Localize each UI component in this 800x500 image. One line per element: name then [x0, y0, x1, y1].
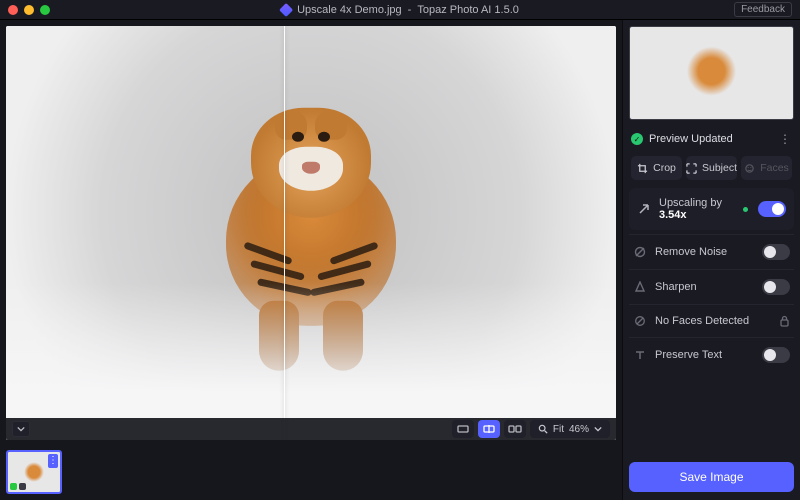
faces-icon	[744, 163, 755, 174]
upscale-icon	[637, 202, 651, 216]
sharpen-toggle[interactable]	[762, 279, 790, 295]
image-viewport[interactable]: Fit 46%	[6, 26, 616, 440]
face-recovery-label: No Faces Detected	[655, 315, 771, 327]
sharpen-label: Sharpen	[655, 281, 754, 293]
zoom-control[interactable]: Fit 46%	[530, 420, 610, 438]
close-window-button[interactable]	[8, 5, 18, 15]
status-active-dot	[743, 207, 748, 212]
preserve-text-icon	[633, 348, 647, 362]
feedback-button[interactable]: Feedback	[734, 2, 792, 17]
image-foreground	[6, 283, 616, 440]
window-title: Upscale 4x Demo.jpg - Topaz Photo AI 1.5…	[281, 4, 519, 16]
preserve-text-label: Preserve Text	[655, 349, 754, 361]
title-app: Topaz Photo AI 1.5.0	[417, 4, 519, 16]
filmstrip-toggle-button[interactable]	[12, 421, 30, 437]
maximize-window-button[interactable]	[40, 5, 50, 15]
subject-icon	[686, 163, 697, 174]
status-menu-button[interactable]: ⋮	[779, 132, 792, 146]
viewer-toolbar: Fit 46%	[6, 418, 616, 440]
status-text: Preview Updated	[649, 133, 733, 145]
view-split-button[interactable]	[478, 420, 500, 438]
lock-icon	[779, 315, 790, 327]
filmstrip-thumbnail[interactable]: ⋮	[6, 450, 62, 494]
zoom-label: Fit	[553, 424, 564, 435]
upscale-toggle[interactable]	[758, 201, 786, 217]
app-icon	[279, 2, 293, 16]
crop-icon	[637, 163, 648, 174]
title-sep: -	[408, 4, 412, 16]
sharpen-row[interactable]: Sharpen	[629, 269, 794, 304]
sidebar: ✓ Preview Updated ⋮ Crop Subject Faces	[622, 20, 800, 500]
navigator-preview[interactable]	[629, 26, 794, 120]
chevron-down-icon	[594, 425, 602, 433]
window-controls	[8, 5, 50, 15]
sharpen-icon	[633, 280, 647, 294]
remove-noise-label: Remove Noise	[655, 246, 754, 258]
remove-noise-row[interactable]: Remove Noise	[629, 234, 794, 269]
subject-button[interactable]: Subject	[686, 156, 737, 180]
face-recovery-row: No Faces Detected	[629, 304, 794, 337]
upscale-row[interactable]: Upscaling by 3.54x	[629, 188, 794, 230]
zoom-value: 46%	[569, 424, 589, 435]
thumbnail-menu-button[interactable]: ⋮	[48, 454, 58, 468]
preserve-text-row[interactable]: Preserve Text	[629, 337, 794, 372]
titlebar: Upscale 4x Demo.jpg - Topaz Photo AI 1.5…	[0, 0, 800, 20]
comparison-slider[interactable]	[284, 26, 286, 440]
magnifier-icon	[538, 424, 548, 434]
view-single-button[interactable]	[452, 420, 474, 438]
remove-noise-icon	[633, 245, 647, 259]
remove-noise-toggle[interactable]	[762, 244, 790, 260]
filmstrip: ⋮	[0, 446, 622, 500]
faces-button[interactable]: Faces	[741, 156, 792, 180]
upscale-label: Upscaling by 3.54x	[659, 197, 735, 221]
no-faces-icon	[633, 314, 647, 328]
save-image-button[interactable]: Save Image	[629, 462, 794, 492]
title-filename: Upscale 4x Demo.jpg	[297, 4, 402, 16]
crop-button[interactable]: Crop	[631, 156, 682, 180]
status-row: ✓ Preview Updated ⋮	[629, 126, 794, 152]
minimize-window-button[interactable]	[24, 5, 34, 15]
preserve-text-toggle[interactable]	[762, 347, 790, 363]
status-ok-icon: ✓	[631, 133, 643, 145]
view-sidebyside-button[interactable]	[504, 420, 526, 438]
thumbnail-badges	[10, 483, 26, 490]
